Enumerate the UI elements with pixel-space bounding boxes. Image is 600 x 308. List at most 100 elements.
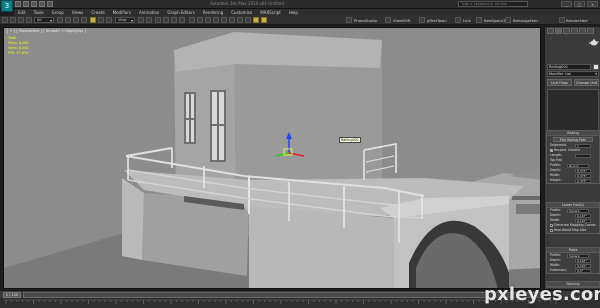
change-unit-button[interactable]: Change Unit [574, 79, 599, 86]
app-logo-icon[interactable]: 3 [1, 0, 13, 12]
generate-mapping-checkbox[interactable] [550, 223, 553, 227]
render-setup-icon[interactable] [245, 17, 251, 23]
beespace-icon[interactable] [476, 17, 482, 23]
move-icon[interactable] [90, 17, 96, 23]
link-set-icon[interactable] [455, 17, 461, 23]
respect-corners-checkbox[interactable] [550, 148, 553, 152]
real-world-map-checkbox[interactable] [550, 228, 553, 232]
object-name-field[interactable]: Railing001 [547, 64, 591, 70]
menu-graph-editors[interactable]: Graph Editors [167, 9, 194, 16]
menu-edit[interactable]: Edit [18, 9, 26, 16]
viewsmr-icon[interactable] [385, 17, 391, 23]
real-world-map-row[interactable]: Real-World Map Size [547, 228, 599, 233]
lower-profile-select[interactable]: Square [567, 208, 589, 213]
title-bar: 3 Autodesk 3ds Max 2010 x64 Untitled Typ… [0, 0, 600, 12]
menu-customize[interactable]: Customize [231, 9, 252, 16]
named-selection-icon[interactable] [189, 17, 195, 23]
close-button[interactable]: × [587, 1, 598, 7]
scale-icon[interactable] [106, 17, 112, 23]
behangafeer-icon[interactable] [505, 17, 511, 23]
segments-input[interactable]: 1 [575, 143, 591, 148]
top-rail-profile-select[interactable]: Round [567, 163, 589, 168]
menu-tools[interactable]: Tools [34, 9, 44, 16]
render-icon[interactable] [261, 17, 267, 23]
menu-create[interactable]: Create [91, 9, 104, 16]
posts-extension-input[interactable]: 0,0" [575, 268, 591, 273]
redo-icon[interactable] [10, 17, 16, 23]
save-file-icon[interactable] [31, 1, 37, 7]
percent-snap-icon[interactable] [171, 17, 177, 23]
spinner-snap-icon[interactable] [179, 17, 185, 23]
modify-tab-icon[interactable] [555, 28, 562, 34]
modifier-list-select[interactable]: Modifier List [547, 71, 599, 77]
material-editor-icon[interactable] [237, 17, 243, 23]
named-set-gtexttown[interactable]: gTextTown [427, 17, 447, 24]
search-input[interactable]: Type a keyword or phrase [458, 1, 528, 7]
undo-icon[interactable] [39, 1, 45, 7]
undo-icon[interactable] [2, 17, 8, 23]
window-crossing-icon[interactable] [81, 17, 87, 23]
photostudio-icon[interactable] [346, 17, 352, 23]
schematic-view-icon[interactable] [229, 17, 235, 23]
rendermed-icon[interactable] [559, 17, 565, 23]
viewport-label[interactable]: [ + ] [ Perspective ] [ Smooth + Highlig… [7, 29, 86, 33]
mirror-icon[interactable] [197, 17, 203, 23]
layer-manager-icon[interactable] [213, 17, 219, 23]
angle-snap-icon[interactable] [163, 17, 169, 23]
pivot-icon[interactable] [138, 17, 144, 23]
named-set-rendermed[interactable]: RenderMed [566, 17, 588, 24]
maximize-button[interactable]: □ [574, 1, 585, 7]
menu-maxscript[interactable]: MAXScript [260, 9, 281, 16]
menu-help[interactable]: Help [289, 9, 298, 16]
unlink-icon[interactable] [26, 17, 32, 23]
utilities-tab-icon[interactable] [587, 28, 594, 34]
top-rail-width-input[interactable]: 0,375" [575, 173, 591, 178]
new-file-icon[interactable] [15, 1, 21, 7]
hierarchy-tab-icon[interactable] [563, 28, 570, 34]
lower-depth-input[interactable]: 0,167" [575, 213, 591, 218]
gtexttown-icon[interactable] [419, 17, 425, 23]
snap-icon[interactable] [155, 17, 161, 23]
object-color-swatch[interactable] [593, 64, 599, 70]
unit-flags-button[interactable]: Unit Flags [547, 79, 572, 86]
posts-depth-input[interactable]: 0,167" [575, 258, 591, 263]
pick-railing-path-button[interactable]: Pick Railing Path [553, 137, 593, 142]
length-input[interactable] [575, 153, 591, 158]
menu-animation[interactable]: Animation [139, 9, 159, 16]
modifier-button-row: Unit Flags Change Unit [547, 79, 599, 86]
create-tab-icon[interactable] [547, 28, 554, 34]
open-file-icon[interactable] [23, 1, 29, 7]
link-icon[interactable] [18, 17, 24, 23]
rotate-icon[interactable] [98, 17, 104, 23]
menu-modifiers[interactable]: Modifiers [113, 9, 131, 16]
reference-coordinate-select[interactable]: View [115, 17, 135, 23]
display-tab-icon[interactable] [579, 28, 586, 34]
region-select-icon[interactable] [73, 17, 79, 23]
manipulate-icon[interactable] [146, 17, 152, 23]
align-icon[interactable] [205, 17, 211, 23]
named-set-link[interactable]: Link [463, 17, 471, 24]
redo-icon[interactable] [47, 1, 53, 7]
railing-rollout-title[interactable]: Railing [547, 131, 599, 136]
top-rail-height-input[interactable]: 0,375" [575, 178, 591, 183]
minimize-button[interactable]: _ [561, 1, 572, 7]
selection-filter-select[interactable]: All [34, 17, 54, 23]
perspective-viewport[interactable]: [ + ] [ Perspective ] [ Smooth + Highlig… [3, 27, 541, 289]
top-rail-depth-input[interactable]: 0,375" [575, 168, 591, 173]
curve-editor-icon[interactable] [221, 17, 227, 23]
motion-tab-icon[interactable] [571, 28, 578, 34]
named-set-photostudio[interactable]: PhotoStudio [354, 17, 377, 24]
lower-width-input[interactable]: 0,167" [575, 218, 591, 223]
posts-profile-select[interactable]: Square [567, 253, 589, 258]
named-set-viewsmr[interactable]: ViewSMR [393, 17, 410, 24]
scene-render[interactable] [4, 28, 541, 289]
render-frame-icon[interactable] [253, 17, 259, 23]
named-set-beespace[interactable]: BeeSpace3 [484, 17, 505, 24]
menu-views[interactable]: Views [72, 9, 84, 16]
select-object-icon[interactable] [57, 17, 63, 23]
select-by-name-icon[interactable] [65, 17, 71, 23]
named-set-behangafeer[interactable]: BehangaFeer [513, 17, 538, 24]
posts-width-input[interactable]: 0,167" [575, 263, 591, 268]
menu-group[interactable]: Group [52, 9, 64, 16]
menu-rendering[interactable]: Rendering [203, 9, 223, 16]
